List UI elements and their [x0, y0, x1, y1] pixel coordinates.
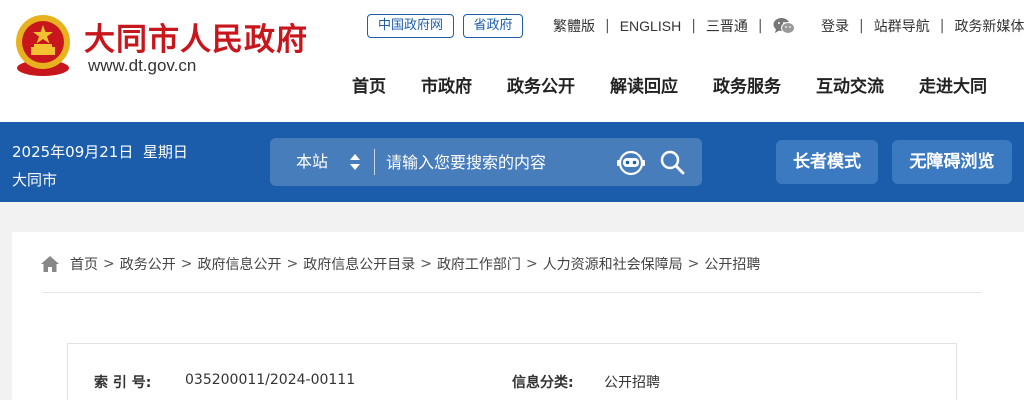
- search-divider: [374, 149, 375, 175]
- site-title[interactable]: 大同市人民政府: [84, 14, 308, 59]
- breadcrumb-separator: >: [103, 256, 115, 272]
- china-gov-link[interactable]: 中国政府网: [367, 14, 454, 38]
- info-table: 索 引 号: 035200011/2024-00111 信息分类: 公开招聘: [67, 343, 957, 400]
- english-link[interactable]: ENGLISH: [620, 18, 681, 34]
- nav-city-gov[interactable]: 市政府: [421, 72, 472, 100]
- date-block: 2025年09月21日 星期日 大同市: [12, 138, 188, 194]
- breadcrumb-separator: >: [420, 256, 432, 272]
- divider: |: [939, 18, 945, 34]
- divider: |: [757, 18, 763, 34]
- nav-gov-services[interactable]: 政务服务: [713, 72, 781, 100]
- breadcrumb: 首页 > 政务公开 > 政府信息公开 > 政府信息公开目录 > 政府工作部门 >…: [40, 252, 760, 276]
- breadcrumb-home[interactable]: 首页: [70, 254, 98, 274]
- index-number-value: 035200011/2024-00111: [185, 372, 356, 388]
- nav-about-datong[interactable]: 走进大同: [919, 72, 987, 100]
- divider: |: [605, 18, 610, 34]
- site-header: 大同市人民政府 www.dt.gov.cn 中国政府网 省政府 繁體版 | EN…: [0, 0, 1024, 122]
- breadcrumb-departments[interactable]: 政府工作部门: [437, 254, 521, 274]
- wechat-icon[interactable]: [773, 17, 795, 35]
- search-icon: [660, 150, 685, 175]
- login-link[interactable]: 登录: [821, 16, 849, 36]
- top-links-left: 繁體版 | ENGLISH | 三晋通 |: [553, 16, 795, 36]
- breadcrumb-hr-bureau[interactable]: 人力资源和社会保障局: [543, 254, 683, 274]
- national-emblem-icon: [16, 15, 70, 76]
- province-gov-link[interactable]: 省政府: [463, 14, 523, 38]
- breadcrumb-gov-affairs[interactable]: 政务公开: [120, 254, 176, 274]
- divider: |: [859, 18, 864, 34]
- breadcrumb-recruitment[interactable]: 公开招聘: [704, 254, 760, 274]
- nav-interpretation[interactable]: 解读回应: [610, 72, 678, 100]
- nav-interaction[interactable]: 互动交流: [816, 72, 884, 100]
- elder-mode-button[interactable]: 长者模式: [776, 140, 878, 184]
- robot-assistant-icon[interactable]: [616, 148, 646, 176]
- breadcrumb-disclosure-catalog[interactable]: 政府信息公开目录: [303, 254, 415, 274]
- search-box: 本站: [270, 138, 702, 186]
- sitemap-link[interactable]: 站群导航: [874, 16, 930, 36]
- divider: |: [691, 18, 696, 34]
- search-scope-select[interactable]: 本站: [296, 138, 328, 186]
- traditional-chinese-link[interactable]: 繁體版: [553, 16, 595, 36]
- content-panel: 首页 > 政务公开 > 政府信息公开 > 政府信息公开目录 > 政府工作部门 >…: [12, 232, 1024, 400]
- breadcrumb-separator: >: [525, 256, 538, 272]
- breadcrumb-info-disclosure[interactable]: 政府信息公开: [197, 254, 281, 274]
- new-media-link[interactable]: 政务新媒体: [954, 16, 1024, 36]
- breadcrumb-separator: >: [687, 256, 700, 272]
- nav-gov-affairs[interactable]: 政务公开: [507, 72, 575, 100]
- blue-toolbar: 2025年09月21日 星期日 大同市 本站 长者模式 无障碍浏览: [0, 122, 1024, 202]
- accessible-browse-button[interactable]: 无障碍浏览: [892, 140, 1012, 184]
- breadcrumb-separator: >: [180, 256, 193, 272]
- current-date: 2025年09月21日 星期日: [12, 143, 188, 161]
- search-input[interactable]: [386, 147, 606, 177]
- sanjin-link[interactable]: 三晋通: [706, 16, 748, 36]
- breadcrumb-separator: >: [286, 256, 299, 272]
- nav-home[interactable]: 首页: [352, 72, 386, 100]
- city-name: 大同市: [12, 171, 58, 189]
- index-number-label: 索 引 号:: [94, 375, 152, 391]
- breadcrumb-divider: [42, 292, 982, 293]
- site-url: www.dt.gov.cn: [88, 56, 197, 75]
- main-nav: 首页 市政府 政务公开 解读回应 政务服务 互动交流 走进大同: [352, 72, 1024, 100]
- search-button[interactable]: [658, 148, 686, 176]
- top-links-right: 登录 | 站群导航 | 政务新媒体: [821, 16, 1024, 36]
- sort-arrows-icon[interactable]: [348, 153, 362, 171]
- category-label: 信息分类:: [512, 375, 574, 391]
- home-icon: [41, 256, 59, 272]
- category-value: 公开招聘: [604, 375, 660, 391]
